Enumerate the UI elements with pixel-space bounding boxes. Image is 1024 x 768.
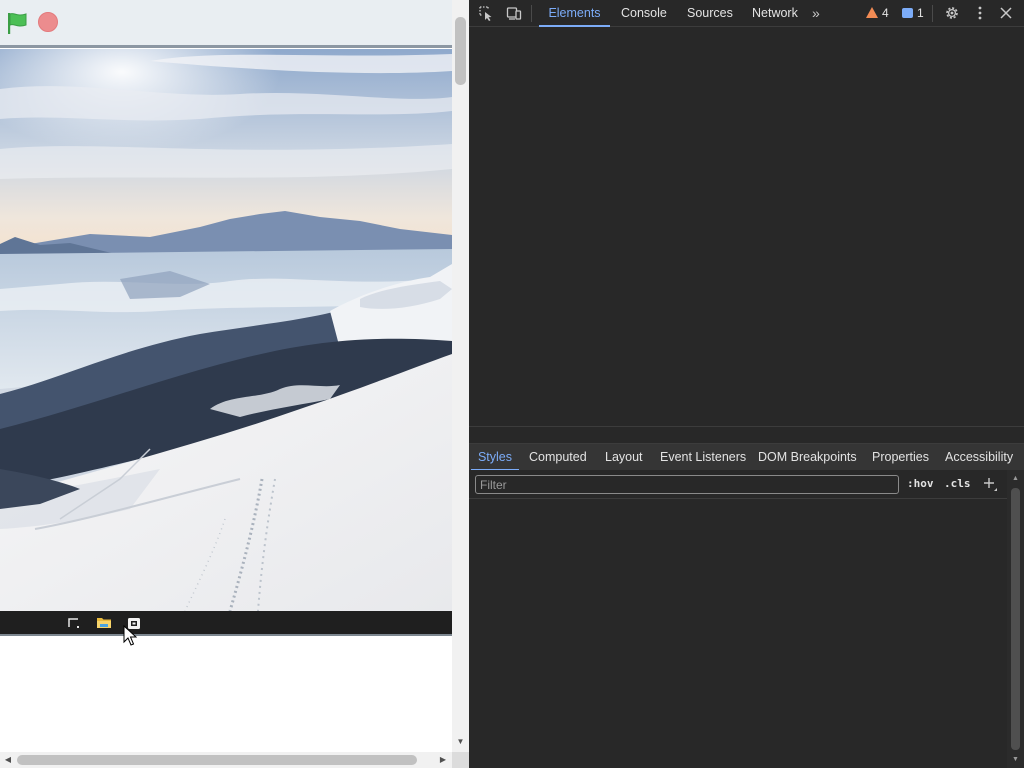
styles-toolbar-divider — [469, 498, 1007, 499]
styles-filter-input[interactable] — [475, 475, 899, 494]
scroll-down-arrow-icon[interactable]: ▼ — [455, 736, 466, 747]
stage-toolbar — [0, 0, 452, 45]
corner-icon[interactable] — [66, 615, 82, 631]
tab-computed[interactable]: Computed — [529, 444, 587, 471]
panel-divider-gap — [469, 427, 1024, 443]
styles-pane: :hov .cls — [469, 470, 1007, 768]
page-vertical-scrollbar[interactable]: ▼ — [452, 0, 469, 752]
devtools-panel: Elements Console Sources Network » 4 1 S… — [469, 0, 1024, 768]
styles-subtabs: Styles Computed Layout Event Listeners D… — [469, 443, 1024, 471]
stage-canvas[interactable] — [0, 49, 452, 611]
messages-badge[interactable]: 1 — [902, 6, 924, 22]
styles-vertical-scrollbar[interactable]: ▲ ▼ — [1007, 470, 1024, 768]
toolbar-separator — [932, 5, 933, 22]
page-horizontal-scroll-thumb[interactable] — [17, 755, 417, 765]
tab-console[interactable]: Console — [621, 0, 667, 27]
scroll-left-arrow-icon[interactable]: ◀ — [2, 754, 14, 766]
tab-sources[interactable]: Sources — [687, 0, 733, 27]
toolbar-separator — [531, 5, 532, 22]
scrollbar-corner — [452, 752, 469, 768]
tab-network[interactable]: Network — [752, 0, 798, 27]
folder-icon[interactable] — [96, 615, 112, 631]
warning-icon — [866, 7, 878, 18]
stop-icon[interactable] — [38, 12, 58, 32]
styles-scroll-thumb[interactable] — [1011, 488, 1020, 750]
mountain-photo — [0, 49, 452, 611]
tab-elements[interactable]: Elements — [539, 0, 610, 27]
more-tabs-chevron-icon[interactable]: » — [812, 4, 828, 22]
tab-dom-breakpoints[interactable]: DOM Breakpoints — [758, 444, 857, 471]
scroll-down-arrow-icon[interactable]: ▼ — [1011, 755, 1020, 764]
close-icon[interactable] — [998, 5, 1014, 21]
mouse-cursor-icon — [123, 625, 137, 646]
hover-state-button[interactable]: :hov — [907, 477, 934, 490]
tab-layout[interactable]: Layout — [605, 444, 643, 471]
page-horizontal-scrollbar[interactable]: ◀ ▶ — [0, 752, 452, 768]
tab-accessibility[interactable]: Accessibility — [945, 444, 1013, 471]
stage-border — [0, 634, 452, 636]
tab-event-listeners[interactable]: Event Listeners — [660, 444, 746, 471]
page-viewport: ▼ ◀ ▶ — [0, 0, 469, 768]
message-count: 1 — [917, 6, 924, 20]
new-style-rule-plus-icon[interactable] — [981, 475, 999, 493]
stage-border — [0, 45, 452, 48]
stage-taskbar — [0, 611, 452, 634]
kebab-menu-icon[interactable] — [972, 5, 988, 21]
tab-properties[interactable]: Properties — [872, 444, 929, 471]
warning-count: 4 — [882, 6, 889, 20]
warnings-badge[interactable]: 4 — [866, 6, 889, 22]
green-flag-icon[interactable] — [5, 11, 29, 35]
gear-icon[interactable] — [944, 5, 960, 21]
page-vertical-scroll-thumb[interactable] — [455, 17, 466, 85]
device-toolbar-icon[interactable] — [506, 5, 522, 21]
elements-dom-tree[interactable] — [469, 28, 1024, 426]
message-icon — [902, 8, 913, 18]
inspect-element-icon[interactable] — [478, 5, 494, 21]
tab-styles[interactable]: Styles — [471, 444, 519, 471]
scroll-right-arrow-icon[interactable]: ▶ — [437, 754, 449, 766]
class-toggle-button[interactable]: .cls — [944, 477, 971, 490]
devtools-toolbar: Elements Console Sources Network » 4 1 — [469, 0, 1024, 27]
scroll-up-arrow-icon[interactable]: ▲ — [1011, 474, 1020, 483]
